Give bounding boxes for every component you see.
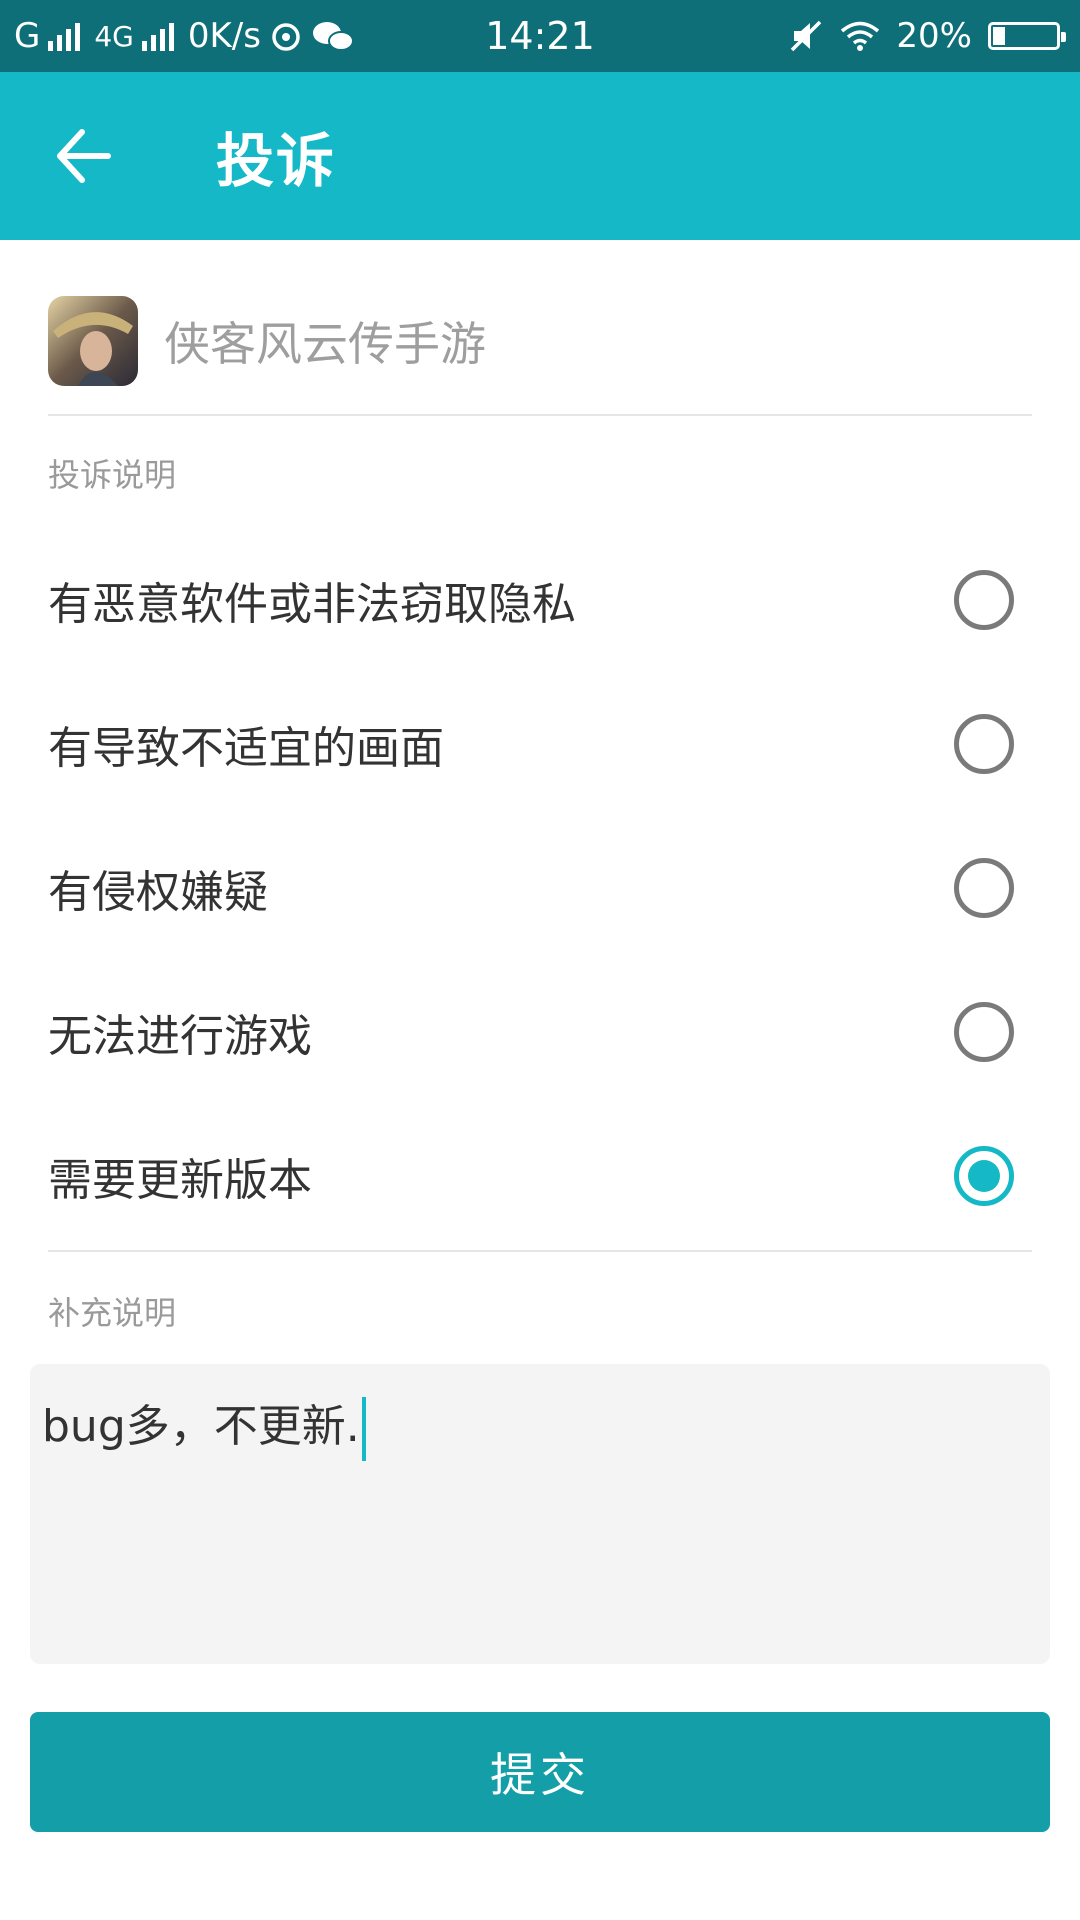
option-label: 有恶意软件或非法窃取隐私 bbox=[48, 579, 576, 630]
complaint-option-malware[interactable]: 有恶意软件或非法窃取隐私 bbox=[48, 528, 1032, 672]
submit-button[interactable]: 提交 bbox=[30, 1712, 1050, 1832]
option-label: 无法进行游戏 bbox=[48, 1011, 312, 1062]
mute-icon bbox=[791, 20, 822, 52]
divider bbox=[48, 1250, 1032, 1252]
supplement-text: bug多，不更新. bbox=[42, 1401, 360, 1452]
wifi-icon bbox=[841, 21, 880, 51]
complaint-option-cannot-play[interactable]: 无法进行游戏 bbox=[48, 960, 1032, 1104]
radio-button[interactable] bbox=[954, 858, 1014, 918]
radio-button[interactable] bbox=[954, 570, 1014, 630]
status-right: 20% bbox=[788, 0, 1066, 72]
game-avatar bbox=[48, 296, 138, 386]
radio-button[interactable] bbox=[954, 1002, 1014, 1062]
battery-percent: 20% bbox=[896, 16, 972, 56]
status-bar: G 4G 0K/s 14:21 20% bbox=[0, 0, 1080, 72]
supplement-textarea[interactable]: bug多，不更新. bbox=[30, 1364, 1050, 1664]
complaint-option-infringement[interactable]: 有侵权嫌疑 bbox=[48, 816, 1032, 960]
battery-icon bbox=[988, 22, 1066, 50]
game-name: 侠客风云传手游 bbox=[164, 317, 486, 371]
supplement-section-label: 补充说明 bbox=[48, 1294, 177, 1332]
back-button[interactable] bbox=[48, 120, 120, 192]
app-bar: 投诉 bbox=[0, 72, 1080, 240]
game-info: 侠客风云传手游 bbox=[48, 296, 1032, 414]
battery-fill bbox=[993, 27, 1005, 45]
option-label: 有侵权嫌疑 bbox=[48, 867, 268, 918]
complaint-option-inappropriate[interactable]: 有导致不适宜的画面 bbox=[48, 672, 1032, 816]
complaint-option-needs-update[interactable]: 需要更新版本 bbox=[48, 1104, 1032, 1248]
option-label: 有导致不适宜的画面 bbox=[48, 723, 444, 774]
back-arrow-icon bbox=[57, 129, 111, 183]
radio-button[interactable] bbox=[954, 714, 1014, 774]
page-title: 投诉 bbox=[216, 127, 337, 195]
complaint-section-label: 投诉说明 bbox=[48, 456, 177, 494]
option-label: 需要更新版本 bbox=[48, 1155, 312, 1206]
divider bbox=[48, 414, 1032, 416]
text-cursor bbox=[361, 1397, 366, 1461]
radio-button[interactable] bbox=[954, 1146, 1014, 1206]
